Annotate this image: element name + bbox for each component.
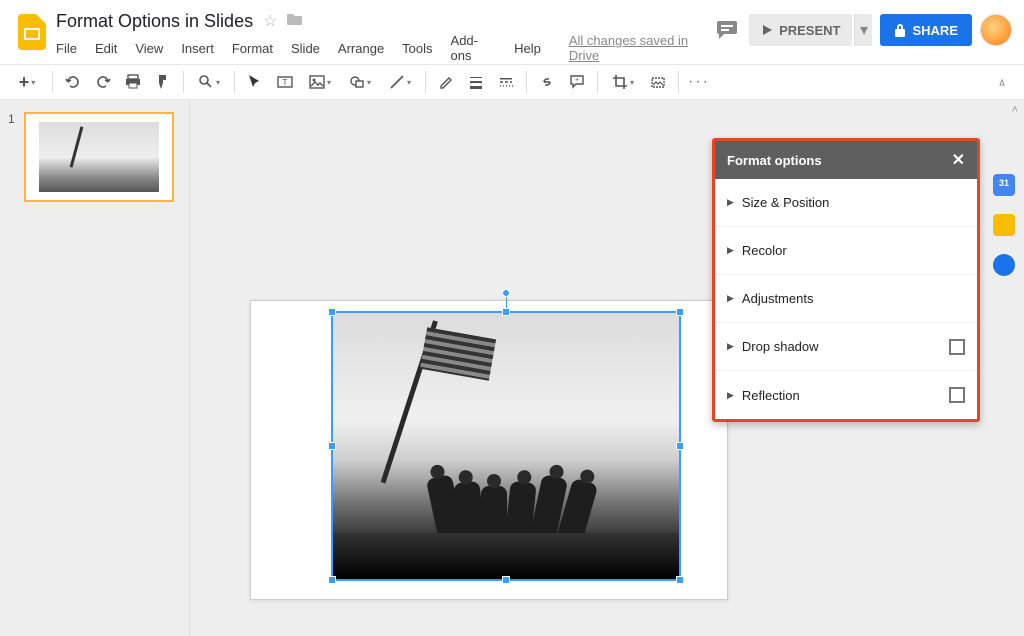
header-actions: PRESENT ▾ SHARE bbox=[713, 8, 1012, 46]
share-button[interactable]: SHARE bbox=[880, 14, 972, 46]
rotate-handle[interactable] bbox=[502, 289, 510, 297]
resize-handle-w[interactable] bbox=[328, 442, 336, 450]
menu-insert[interactable]: Insert bbox=[181, 41, 214, 56]
undo-button[interactable] bbox=[59, 68, 87, 96]
menu-view[interactable]: View bbox=[135, 41, 163, 56]
menu-arrange[interactable]: Arrange bbox=[338, 41, 384, 56]
resize-handle-e[interactable] bbox=[676, 442, 684, 450]
folder-icon[interactable] bbox=[287, 12, 303, 31]
thumb-image bbox=[39, 122, 159, 192]
panel-size-position[interactable]: ▶ Size & Position bbox=[715, 179, 977, 227]
header-center: Format Options in Slides ☆ File Edit Vie… bbox=[52, 8, 713, 62]
menu-addons[interactable]: Add-ons bbox=[451, 33, 497, 63]
image-content bbox=[333, 313, 679, 579]
menu-edit[interactable]: Edit bbox=[95, 41, 117, 56]
present-label: PRESENT bbox=[779, 23, 840, 38]
format-options-panel: Format options ✕ ▶ Size & Position ▶ Rec… bbox=[712, 138, 980, 422]
slide-thumbnail[interactable]: 1 bbox=[8, 112, 181, 202]
menu-slide[interactable]: Slide bbox=[291, 41, 320, 56]
panel-row-label: Reflection bbox=[742, 388, 800, 403]
paint-format-button[interactable] bbox=[149, 68, 177, 96]
present-button[interactable]: PRESENT bbox=[749, 14, 852, 46]
panel-recolor[interactable]: ▶ Recolor bbox=[715, 227, 977, 275]
app-header: Format Options in Slides ☆ File Edit Vie… bbox=[0, 0, 1024, 64]
comment-button[interactable]: + bbox=[563, 68, 591, 96]
present-options-caret[interactable]: ▾ bbox=[854, 14, 872, 46]
crop-button[interactable]: ▾ bbox=[604, 68, 642, 96]
resize-handle-sw[interactable] bbox=[328, 576, 336, 584]
save-status[interactable]: All changes saved in Drive bbox=[569, 33, 713, 63]
line-tool[interactable]: ▾ bbox=[381, 68, 419, 96]
menu-format[interactable]: Format bbox=[232, 41, 273, 56]
panel-reflection[interactable]: ▶ Reflection bbox=[715, 371, 977, 419]
menu-tools[interactable]: Tools bbox=[402, 41, 432, 56]
panel-row-label: Size & Position bbox=[742, 195, 829, 210]
share-label: SHARE bbox=[912, 23, 958, 38]
more-button[interactable]: ··· bbox=[685, 68, 713, 96]
tasks-icon[interactable] bbox=[993, 254, 1015, 276]
drop-shadow-checkbox[interactable] bbox=[949, 339, 965, 355]
expand-icon: ▶ bbox=[727, 390, 734, 401]
toolbar: +▾ ▾ T ▾ ▾ ▾ + ▾ ··· ㅿ bbox=[0, 64, 1024, 100]
resize-handle-n[interactable] bbox=[502, 308, 510, 316]
resize-handle-s[interactable] bbox=[502, 576, 510, 584]
menu-help[interactable]: Help bbox=[514, 41, 541, 56]
image-tool[interactable]: ▾ bbox=[301, 68, 339, 96]
shape-tool[interactable]: ▾ bbox=[341, 68, 379, 96]
resize-handle-se[interactable] bbox=[676, 576, 684, 584]
side-panel bbox=[984, 166, 1024, 276]
svg-text:+: + bbox=[575, 77, 579, 84]
menu-file[interactable]: File bbox=[56, 41, 77, 56]
panel-row-label: Drop shadow bbox=[742, 339, 819, 354]
panel-header: Format options ✕ bbox=[715, 141, 977, 179]
comments-button[interactable] bbox=[713, 16, 741, 44]
expand-icon: ▶ bbox=[727, 341, 734, 352]
slides-logo[interactable] bbox=[12, 8, 52, 56]
calendar-icon[interactable] bbox=[993, 174, 1015, 196]
panel-drop-shadow[interactable]: ▶ Drop shadow bbox=[715, 323, 977, 371]
keep-icon[interactable] bbox=[993, 214, 1015, 236]
panel-row-label: Recolor bbox=[742, 243, 787, 258]
textbox-tool[interactable]: T bbox=[271, 68, 299, 96]
print-button[interactable] bbox=[119, 68, 147, 96]
panel-title: Format options bbox=[727, 153, 822, 168]
zoom-button[interactable]: ▾ bbox=[190, 68, 228, 96]
workspace: 1 ˄ bbox=[0, 100, 1024, 636]
mask-button[interactable] bbox=[644, 68, 672, 96]
link-button[interactable] bbox=[533, 68, 561, 96]
panel-row-label: Adjustments bbox=[742, 291, 814, 306]
expand-icon: ▶ bbox=[727, 197, 734, 208]
expand-icon: ▶ bbox=[727, 245, 734, 256]
reflection-checkbox[interactable] bbox=[949, 387, 965, 403]
redo-button[interactable] bbox=[89, 68, 117, 96]
border-weight-button[interactable] bbox=[462, 68, 490, 96]
slide[interactable] bbox=[250, 300, 728, 600]
menu-bar: File Edit View Insert Format Slide Arran… bbox=[56, 34, 713, 62]
border-color-button[interactable] bbox=[432, 68, 460, 96]
close-icon[interactable]: ✕ bbox=[952, 150, 965, 170]
select-tool[interactable] bbox=[241, 68, 269, 96]
document-title[interactable]: Format Options in Slides bbox=[56, 11, 253, 32]
filmstrip[interactable]: 1 bbox=[0, 100, 190, 636]
scroll-up-icon[interactable]: ˄ bbox=[1012, 104, 1018, 116]
border-dash-button[interactable] bbox=[492, 68, 520, 96]
resize-handle-ne[interactable] bbox=[676, 308, 684, 316]
expand-icon: ▶ bbox=[727, 293, 734, 304]
selected-image[interactable] bbox=[331, 311, 681, 581]
account-avatar[interactable] bbox=[980, 14, 1012, 46]
star-icon[interactable]: ☆ bbox=[263, 11, 277, 31]
slide-number: 1 bbox=[8, 112, 18, 202]
svg-text:T: T bbox=[283, 78, 288, 87]
panel-adjustments[interactable]: ▶ Adjustments bbox=[715, 275, 977, 323]
new-slide-button[interactable]: +▾ bbox=[8, 68, 46, 96]
slide-thumb-1[interactable] bbox=[24, 112, 174, 202]
resize-handle-nw[interactable] bbox=[328, 308, 336, 316]
collapse-toolbar-button[interactable]: ㅿ bbox=[988, 68, 1016, 96]
